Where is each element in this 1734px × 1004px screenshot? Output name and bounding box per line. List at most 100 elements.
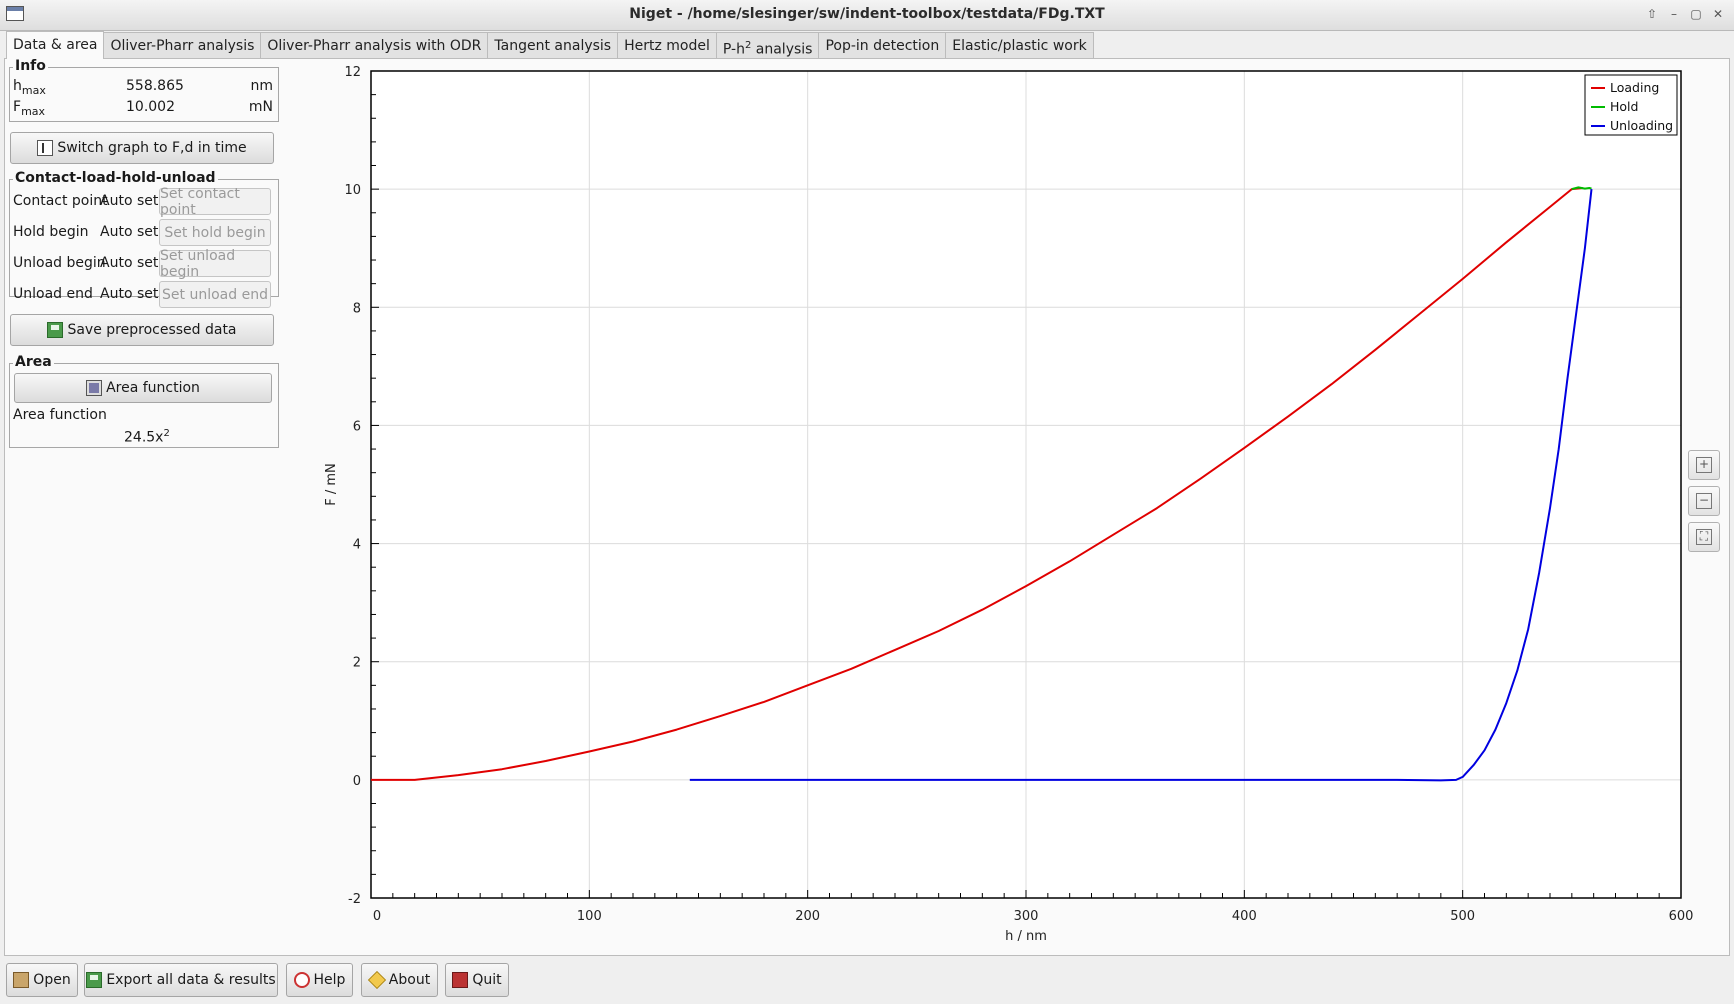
legend-label: Unloading: [1610, 118, 1673, 133]
fmax-row: Fmax 10.002 mN: [13, 96, 273, 118]
x-tick-label: 300: [1014, 909, 1039, 924]
fmax-symbol: F: [13, 99, 22, 115]
close-icon[interactable]: ✕: [1710, 6, 1726, 22]
zoom-in-button[interactable]: +: [1688, 450, 1720, 480]
y-tick-label: -2: [348, 892, 361, 907]
area-function-exp: 2: [163, 428, 170, 439]
zoom-fit-icon: ⛶: [1696, 529, 1712, 545]
x-tick-label: 100: [577, 909, 602, 924]
zoom-out-icon: −: [1696, 493, 1712, 509]
y-tick-label: 8: [353, 301, 361, 316]
y-tick-label: 2: [353, 656, 361, 671]
series-hold: [1571, 186, 1592, 191]
help-button[interactable]: Help: [286, 963, 353, 997]
hold-begin-label: Hold begin: [13, 224, 89, 240]
info-title: Info: [13, 58, 48, 74]
switch-graph-label: Switch graph to F,d in time: [57, 140, 247, 156]
zoom-out-button[interactable]: −: [1688, 486, 1720, 516]
export-button[interactable]: Export all data & results: [84, 963, 278, 997]
y-tick-label: 10: [344, 183, 361, 198]
hold-begin-status: Auto set: [100, 224, 159, 240]
minimize-icon[interactable]: –: [1666, 6, 1682, 22]
open-button[interactable]: Open: [6, 963, 78, 997]
x-tick-label: 400: [1232, 909, 1257, 924]
window-title: Niget - /home/slesinger/sw/indent-toolbo…: [629, 6, 1105, 22]
fmax-label: Fmax: [13, 96, 45, 123]
unload-end-label: Unload end: [13, 286, 93, 302]
hmax-unit: nm: [250, 78, 273, 94]
contact-point-label: Contact point: [13, 193, 108, 209]
save-icon: [47, 322, 64, 338]
about-button[interactable]: About: [361, 963, 438, 997]
export-icon: [86, 972, 103, 988]
area-function-button-label: Area function: [106, 380, 200, 396]
clhu-title: Contact-load-hold-unload: [13, 170, 218, 186]
area-title: Area: [13, 354, 54, 370]
quit-label: Quit: [472, 972, 502, 988]
x-tick-label: 500: [1450, 909, 1475, 924]
area-function-base: 24.5x: [124, 429, 164, 446]
y-tick-label: 12: [344, 65, 361, 80]
hmax-sub: max: [21, 83, 46, 97]
tab-tangent[interactable]: Tangent analysis: [487, 32, 619, 58]
about-label: About: [388, 972, 431, 988]
tab-p-h2-label: P-h: [722, 41, 745, 58]
tab-data-area[interactable]: Data & area: [6, 31, 105, 59]
area-function-button[interactable]: Area function: [14, 373, 272, 403]
unload-begin-label: Unload begin: [13, 255, 106, 271]
bottom-toolbar: Open Export all data & results Help Abou…: [0, 960, 1734, 1004]
unload-begin-status: Auto set: [100, 255, 159, 271]
open-label: Open: [33, 972, 71, 988]
legend-label: Loading: [1610, 80, 1659, 95]
y-tick-label: 0: [353, 774, 361, 789]
unload-end-status: Auto set: [100, 286, 159, 302]
zoom-fit-button[interactable]: ⛶: [1688, 522, 1720, 552]
tab-oliver-pharr-odr[interactable]: Oliver-Pharr analysis with ODR: [260, 32, 489, 58]
help-icon: [293, 972, 310, 988]
help-label: Help: [313, 972, 346, 988]
quit-button[interactable]: Quit: [445, 963, 509, 997]
hmax-row: hmax 558.865 nm: [13, 75, 273, 97]
export-label: Export all data & results: [106, 972, 276, 988]
open-icon: [13, 972, 30, 988]
area-function-value: 24.5x2: [124, 423, 170, 446]
hmax-value: 558.865: [126, 78, 184, 94]
set-hold-begin-button[interactable]: Set hold begin: [159, 219, 271, 246]
tab-oliver-pharr[interactable]: Oliver-Pharr analysis: [103, 32, 262, 58]
fmax-value: 10.002: [126, 99, 175, 115]
area-group: Area Area function Area function 24.5x2: [9, 354, 279, 448]
clhu-group: Contact-load-hold-unload Contact point A…: [9, 170, 279, 308]
area-icon: [86, 380, 103, 396]
tab-pop-in[interactable]: Pop-in detection: [818, 32, 947, 58]
tab-p-h2[interactable]: P-h2 analysis: [715, 32, 820, 58]
y-tick-label: 4: [353, 538, 361, 553]
contact-point-status: Auto set: [100, 193, 159, 209]
window-controls: ⇧ – ▢ ✕: [1644, 6, 1726, 22]
main-panel: Info hmax 558.865 nm Fmax 10.002 mN Swit…: [4, 58, 1730, 956]
set-contact-point-button[interactable]: Set contact point: [159, 186, 271, 218]
force-depth-chart[interactable]: 0 100 200 300 400 500 600 -2 0 2 4 6 8 10 12 h / nm F / …: [315, 63, 1695, 943]
fmax-unit: mN: [248, 99, 273, 115]
tab-p-h2-suffix: analysis: [751, 41, 813, 58]
shade-icon[interactable]: ⇧: [1644, 6, 1660, 22]
y-tick-label: 6: [353, 419, 361, 434]
title-bar: Niget - /home/slesinger/sw/indent-toolbo…: [0, 0, 1734, 31]
area-function-label: Area function: [13, 407, 107, 423]
set-unload-begin-button[interactable]: Set unload begin: [159, 248, 271, 280]
save-preprocessed-button[interactable]: Save preprocessed data: [10, 314, 274, 346]
zoom-in-icon: +: [1696, 457, 1712, 473]
graph-icon: [37, 140, 54, 156]
tab-elastic-plastic[interactable]: Elastic/plastic work: [945, 32, 1094, 58]
legend-label: Hold: [1610, 99, 1638, 114]
tab-bar: Data & area Oliver-Pharr analysis Oliver…: [6, 31, 1094, 59]
hmax-symbol: h: [13, 78, 22, 94]
quit-icon: [452, 972, 469, 988]
x-tick-label: 600: [1669, 909, 1694, 924]
save-preprocessed-label: Save preprocessed data: [67, 322, 237, 338]
maximize-icon[interactable]: ▢: [1688, 6, 1704, 22]
set-unload-end-button[interactable]: Set unload end: [159, 281, 271, 308]
x-tick-label: 0: [373, 909, 381, 924]
switch-graph-button[interactable]: Switch graph to F,d in time: [10, 132, 274, 164]
tab-hertz[interactable]: Hertz model: [617, 32, 717, 58]
about-icon: [367, 970, 386, 990]
